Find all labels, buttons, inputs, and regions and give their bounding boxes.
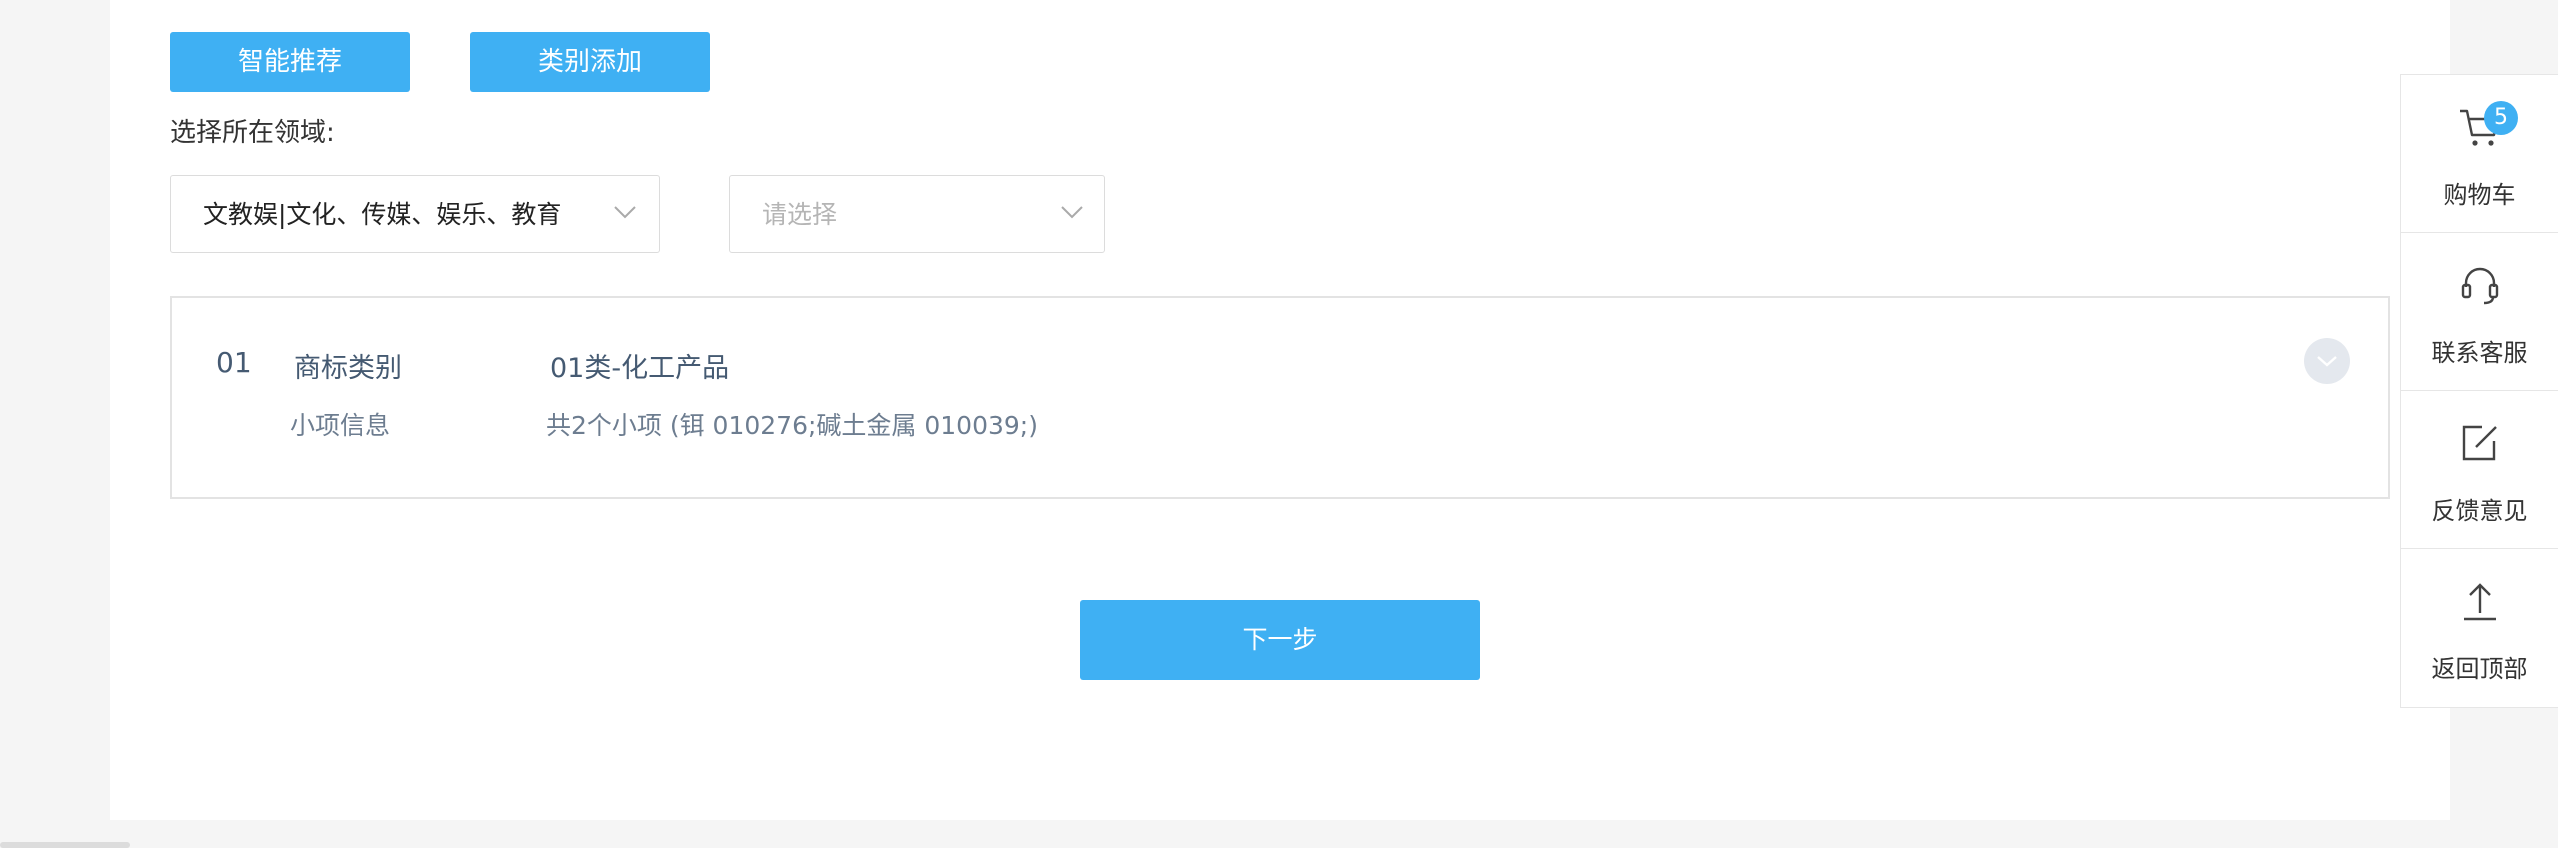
expand-toggle-button[interactable]: [2304, 338, 2350, 384]
domain-label: 选择所在领域:: [170, 118, 335, 148]
domain-select-primary[interactable]: 文教娱|文化、传媒、娱乐、教育: [170, 175, 660, 253]
sidebar-item-support[interactable]: 联系客服: [2401, 233, 2558, 391]
domain-select-secondary[interactable]: 请选择: [729, 175, 1105, 253]
class-index: 01: [216, 346, 252, 379]
sidebar-item-label: 返回顶部: [2431, 655, 2528, 683]
sidebar-item-label: 购物车: [2443, 181, 2516, 209]
trademark-class-card: 01 商标类别 01类-化工产品 小项信息 共2个小项 (铒 010276;碱土…: [170, 296, 2390, 499]
category-value: 01类-化工产品: [550, 353, 730, 384]
chevron-down-icon: [2317, 356, 2337, 367]
domain-select-secondary-placeholder: 请选择: [762, 200, 838, 229]
horizontal-scrollbar[interactable]: [0, 842, 130, 848]
sidebar-item-cart[interactable]: 5 购物车: [2401, 75, 2558, 233]
next-step-button[interactable]: 下一步: [1080, 600, 1480, 680]
sidebar-item-label: 联系客服: [2431, 339, 2528, 367]
cart-count-badge: 5: [2484, 101, 2518, 135]
chevron-down-icon: [614, 206, 636, 219]
smart-recommend-button[interactable]: 智能推荐: [170, 32, 410, 92]
edit-icon: [2462, 425, 2497, 461]
chevron-down-icon: [1061, 206, 1083, 219]
category-add-button[interactable]: 类别添加: [470, 32, 710, 92]
floating-sidebar: 5 购物车 联系客服 反馈意见 返回顶部: [2400, 74, 2558, 708]
arrow-up-icon: [2464, 583, 2496, 621]
sidebar-item-back-to-top[interactable]: 返回顶部: [2401, 549, 2558, 707]
sidebar-item-label: 反馈意见: [2431, 497, 2528, 525]
category-label: 商标类别: [294, 353, 402, 384]
domain-select-primary-value: 文教娱|文化、传媒、娱乐、教育: [203, 200, 562, 229]
headset-icon: [2461, 267, 2499, 305]
sub-items-label: 小项信息: [290, 411, 391, 440]
sidebar-item-feedback[interactable]: 反馈意见: [2401, 391, 2558, 549]
sub-items-value: 共2个小项 (铒 010276;碱土金属 010039;): [546, 411, 1038, 440]
